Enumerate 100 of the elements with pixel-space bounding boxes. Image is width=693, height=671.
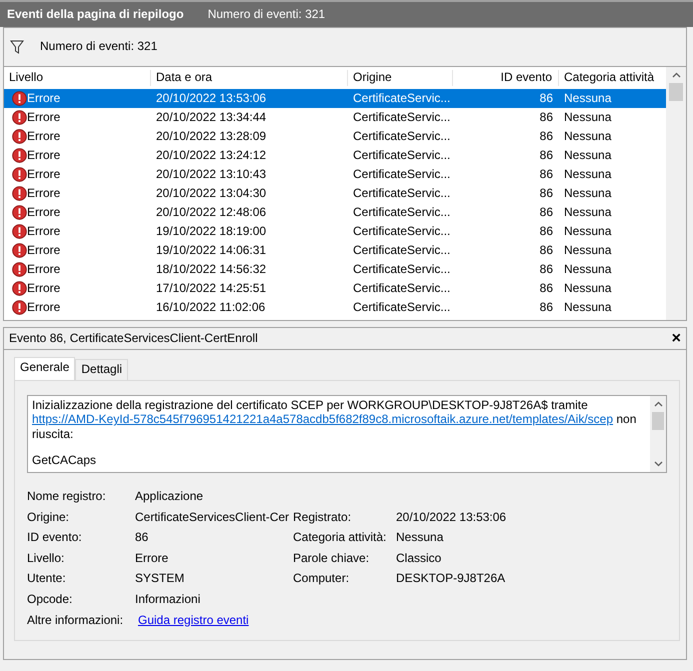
error-icon [12, 243, 27, 258]
event-row[interactable]: Errore 20/10/2022 13:34:44 CertificateServic... 86 Nessuna [4, 108, 666, 127]
field-value: Informazioni [135, 592, 202, 608]
event-row[interactable]: Errore 20/10/2022 13:04:30 CertificateServic... 86 Nessuna [4, 184, 666, 203]
category-cell-text: Nessuna [563, 186, 612, 202]
event-row[interactable]: Errore 17/10/2022 14:25:51 CertificateServic... 86 Nessuna [4, 279, 666, 298]
event-row[interactable]: Errore 19/10/2022 14:06:31 CertificateServic... 86 Nessuna [4, 241, 666, 260]
level-text: Errore [27, 224, 60, 240]
date-cell-text: 20/10/2022 13:53:06 [155, 90, 268, 106]
date-cell-text: 17/10/2022 14:25:51 [155, 280, 268, 296]
date-cell-text: 16/10/2022 11:02:06 [155, 300, 266, 316]
field-value: Applicazione [135, 489, 204, 505]
event-count: Numero di eventi: 321 [208, 6, 326, 22]
event-row[interactable]: Errore 18/10/2022 14:56:32 CertificateServic... 86 Nessuna [4, 260, 666, 279]
error-icon [12, 129, 27, 144]
source-cell-text: CertificateServic... [352, 204, 452, 220]
error-icon [12, 148, 27, 163]
level-text: Errore [27, 300, 60, 316]
event-row[interactable]: Errore 20/10/2022 13:53:06 CertificateServic... 86 Nessuna [4, 89, 666, 108]
date-cell-text: 20/10/2022 13:24:12 [155, 148, 268, 164]
category-cell-text: Nessuna [563, 300, 612, 316]
level-text: Errore [27, 242, 60, 258]
category-cell-text: Nessuna [563, 90, 612, 106]
scroll-up-icon[interactable] [672, 72, 680, 78]
field-label: ID evento: [27, 530, 83, 546]
category-cell-text: Nessuna [563, 242, 612, 258]
event-row[interactable]: Errore 20/10/2022 13:28:09 CertificateServic... 86 Nessuna [4, 127, 666, 146]
field-label: Parole chiave: [293, 550, 370, 566]
close-button[interactable]: × [672, 330, 681, 346]
error-icon [12, 205, 27, 220]
event-row[interactable]: Errore 20/10/2022 13:24:12 CertificateServic... 86 Nessuna [4, 146, 666, 165]
level-text: Errore [27, 166, 60, 182]
field-value: Classico [396, 550, 442, 566]
tab[interactable]: Generale [14, 357, 76, 380]
date-cell-text: 20/10/2022 13:04:30 [155, 186, 268, 202]
id-cell-text: 86 [538, 300, 554, 316]
field-label: Livello: [27, 550, 66, 566]
detail-title: Evento 86, CertificateServicesClient-CertEnroll [9, 330, 258, 346]
source-cell-text: CertificateServic... [352, 148, 452, 164]
source-cell-text: CertificateServic... [352, 242, 452, 258]
id-cell-text: 86 [538, 90, 554, 106]
error-icon [12, 91, 27, 106]
column-header[interactable]: Categoria attività [559, 70, 666, 86]
category-cell-text: Nessuna [563, 128, 612, 144]
tab[interactable]: Dettagli [75, 359, 128, 380]
id-cell-text: 86 [538, 110, 554, 126]
category-cell-text: Nessuna [563, 224, 612, 240]
id-cell-text: 86 [538, 166, 554, 182]
column-header[interactable]: Livello [4, 70, 151, 86]
date-cell-text: 20/10/2022 13:34:44 [155, 110, 268, 126]
event-row[interactable]: Errore 20/10/2022 12:48:06 CertificateServic... 86 Nessuna [4, 203, 666, 222]
id-cell-text: 86 [538, 262, 554, 278]
filter-count: Numero di eventi: 321 [40, 39, 158, 55]
date-cell-text: 20/10/2022 13:10:43 [155, 166, 268, 182]
scroll-thumb[interactable] [652, 412, 664, 430]
field-label: Altre informazioni: [27, 612, 124, 628]
date-cell-text: 18/10/2022 14:56:32 [155, 262, 268, 278]
field-label: Nome registro: [27, 489, 107, 505]
source-cell-text: CertificateServic... [352, 280, 452, 296]
error-icon [12, 262, 27, 277]
category-cell-text: Nessuna [563, 110, 612, 126]
field-value: 86 [135, 530, 150, 546]
id-cell-text: 86 [538, 186, 554, 202]
header-title: Eventi della pagina di riepilogo [7, 6, 184, 22]
source-cell-text: CertificateServic... [352, 90, 452, 106]
source-cell-text: CertificateServic... [352, 166, 452, 182]
field-value: 20/10/2022 13:53:06 [396, 510, 508, 526]
scroll-down-icon[interactable] [654, 461, 662, 467]
event-row[interactable]: Errore 20/10/2022 13:10:43 CertificateServic... 86 Nessuna [4, 165, 666, 184]
filter-icon [10, 40, 24, 54]
error-icon [12, 167, 27, 182]
category-cell-text: Nessuna [563, 262, 612, 278]
date-cell-text: 20/10/2022 13:28:09 [155, 128, 268, 144]
id-cell-text: 86 [538, 148, 554, 164]
message-text: Inizializzazione della registrazione del certificato SCEP per WORKGROUP\DESKTOP-9J8T26A$ tramite https://AMD-KeyId-578c545f796951421221a4a578acdb5f682f89c8.microsoftaik.azure.net/templates/Aik/scep non riuscita: [32, 398, 638, 442]
category-cell-text: Nessuna [563, 166, 612, 182]
field-label: Categoria attività: [293, 530, 388, 546]
help-link[interactable]: Guida registro eventi [135, 612, 249, 627]
category-cell-text: Nessuna [563, 280, 612, 296]
event-row[interactable]: Errore 19/10/2022 18:19:00 CertificateServic... 86 Nessuna [4, 222, 666, 241]
source-cell-text: CertificateServic... [352, 128, 452, 144]
column-header[interactable]: Data e ora [151, 70, 348, 86]
error-icon [12, 186, 27, 201]
source-cell-text: CertificateServic... [352, 186, 452, 202]
field-label: Origine: [27, 510, 70, 526]
level-text: Errore [27, 110, 60, 126]
category-cell-text: Nessuna [563, 204, 612, 220]
column-header[interactable]: ID evento [453, 70, 559, 86]
scroll-up-icon[interactable] [654, 401, 662, 407]
field-value: DESKTOP-9J8T26A [396, 571, 506, 587]
message-link[interactable]: https://AMD-KeyId-578c545f796951421221a4a578acdb5f682f89c8.microsoftaik.azure.net/templates/Aik/scep [32, 412, 614, 426]
category-cell-text: Nessuna [563, 148, 612, 164]
id-cell-text: 86 [538, 204, 554, 220]
scroll-thumb[interactable] [669, 83, 683, 101]
date-cell-text: 20/10/2022 12:48:06 [155, 204, 268, 220]
column-header[interactable]: Origine [348, 70, 453, 86]
event-row[interactable]: Errore 16/10/2022 11:02:06 CertificateServic... 86 Nessuna [4, 298, 666, 317]
field-label: Utente: [27, 571, 67, 587]
level-text: Errore [27, 186, 60, 202]
field-label: Opcode: [27, 592, 74, 608]
